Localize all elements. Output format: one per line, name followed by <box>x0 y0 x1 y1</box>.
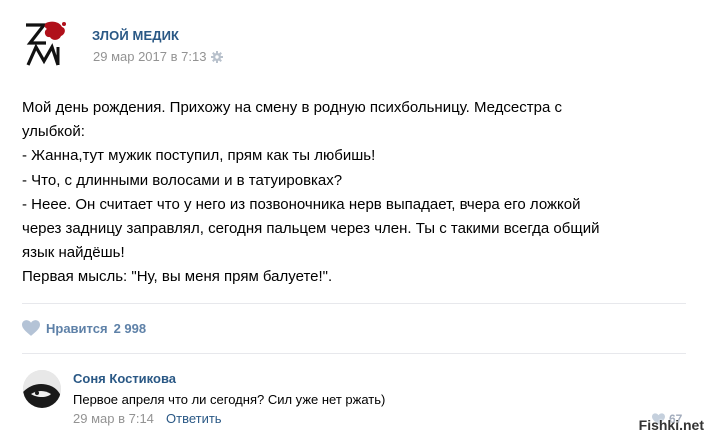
heart-icon <box>22 320 40 336</box>
post-text-line: улыбкой: <box>22 123 85 141</box>
comment-author[interactable]: Соня Костикова <box>73 371 176 386</box>
like-button[interactable]: Нравится 2 998 <box>22 319 146 337</box>
post-date-text[interactable]: 29 мар 2017 в 7:13 <box>93 49 206 64</box>
zm-logo-icon <box>26 21 66 66</box>
post-text-line: - Нееe. Он считает что у него из позвоно… <box>22 195 581 213</box>
comment-text: Первое апреля что ли сегодня? Сил уже не… <box>73 392 386 407</box>
divider <box>22 303 686 304</box>
post-text-line: язык найдёшь! <box>22 244 125 262</box>
post-text: Мой день рождения. Прихожу на смену в ро… <box>22 96 692 290</box>
avatar-photo <box>23 370 61 408</box>
post-text-line: - Жанна,тут мужик поступил, прям как ты … <box>22 147 376 165</box>
group-avatar-logo[interactable] <box>22 19 74 69</box>
like-label: Нравится <box>46 320 108 336</box>
post-text-line: - Что, с длинными волосами и в татуировк… <box>22 171 343 189</box>
comment-date[interactable]: 29 мар в 7:14 <box>73 411 154 426</box>
post-author[interactable]: ЗЛОЙ МЕДИК <box>92 28 179 43</box>
post-date[interactable]: 29 мар 2017 в 7:13 <box>93 49 224 64</box>
watermark: Fishki.net <box>638 417 704 433</box>
commenter-avatar[interactable] <box>23 370 61 408</box>
post-text-line: через задницу заправлял, сегодня пальцем… <box>22 220 600 238</box>
gear-icon[interactable] <box>211 50 224 63</box>
divider <box>22 353 686 354</box>
post-text-line: Первая мысль: "Ну, вы меня прям балуете!… <box>22 268 333 286</box>
post-text-line: Мой день рождения. Прихожу на смену в ро… <box>22 99 562 116</box>
like-count: 2 998 <box>113 320 147 336</box>
reply-button[interactable]: Ответить <box>166 411 222 426</box>
